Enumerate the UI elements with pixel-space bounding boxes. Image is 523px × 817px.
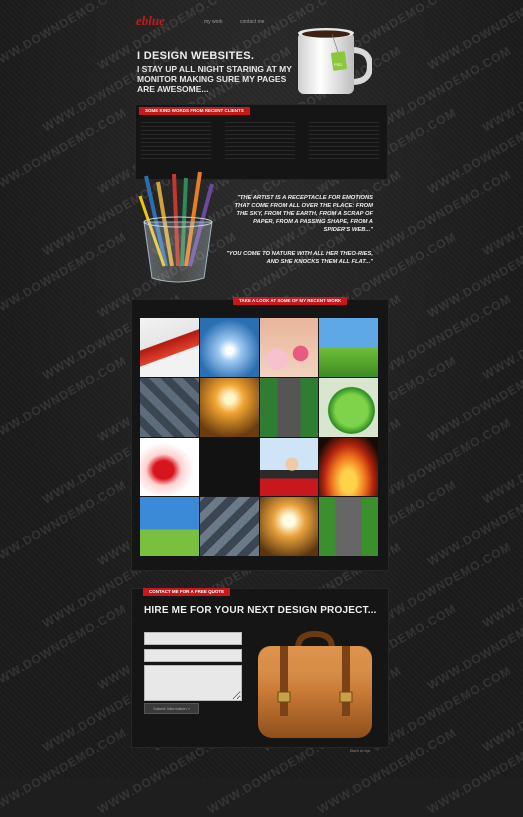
name-field[interactable]: [144, 632, 242, 645]
testimonial-column-2: [225, 122, 295, 162]
hero-title: I DESIGN WEBSITES.: [137, 50, 255, 62]
site-logo[interactable]: eblue: [136, 13, 165, 29]
coffee-mug-icon: PSD: [298, 28, 372, 94]
email-field[interactable]: [144, 649, 242, 662]
woman-hair-tile[interactable]: [259, 437, 319, 497]
quote-2: "YOU COME TO NATURE WITH ALL HER THEO-RI…: [226, 251, 373, 265]
testimonials-tag: SOME KIND WORDS FROM RECENT CLIENTS: [139, 107, 250, 115]
portfolio-tag: TAKE A LOOK AT SOME OF MY RECENT WORK: [233, 297, 348, 305]
quote-1: "THE ARTIST IS A RECEPTACLE FOR EMOTIONS…: [234, 195, 373, 233]
briefcase-icon: [258, 630, 372, 738]
green-field-tile[interactable]: [319, 318, 378, 377]
field-sky-tile[interactable]: [140, 497, 199, 556]
sunset-cyclist-tile[interactable]: [199, 377, 259, 437]
message-field[interactable]: [144, 665, 242, 701]
fire-tile[interactable]: [319, 437, 378, 497]
dark-tile[interactable]: [199, 437, 259, 497]
green-leaf-tile[interactable]: [319, 377, 378, 437]
mug-tag-label: PSD: [334, 62, 342, 67]
submit-button[interactable]: Submit Information »: [144, 703, 199, 714]
back-to-top-link[interactable]: Back to top: [350, 748, 370, 753]
puzzle-tile-2[interactable]: [199, 497, 259, 556]
nav-my-work[interactable]: my work: [204, 19, 223, 25]
testimonial-column-3: [309, 122, 379, 162]
pencil-cup-icon: [138, 171, 214, 283]
nav-contact-me[interactable]: contact me: [240, 19, 264, 25]
contact-tag: CONTACT ME FOR A FREE QUOTE: [143, 588, 231, 596]
red-leaves-tile[interactable]: [140, 318, 199, 377]
sunset-cyclist-tile-2[interactable]: [259, 497, 319, 556]
hero-subtitle: I STAY UP ALL NIGHT STARING AT MY MONITO…: [137, 64, 292, 94]
contact-title: HIRE ME FOR YOUR NEXT DESIGN PROJECT...: [144, 605, 377, 616]
portfolio-grid: [140, 318, 378, 556]
sky-sun-tile[interactable]: [199, 318, 259, 377]
puzzle-tile[interactable]: [140, 377, 199, 437]
road-trees-tile[interactable]: [259, 377, 319, 437]
testimonial-column-1: [141, 122, 211, 162]
road-trees-tile-2[interactable]: [319, 497, 378, 556]
flowers-feet-tile[interactable]: [259, 318, 319, 377]
red-smoke-tile[interactable]: [140, 437, 199, 497]
